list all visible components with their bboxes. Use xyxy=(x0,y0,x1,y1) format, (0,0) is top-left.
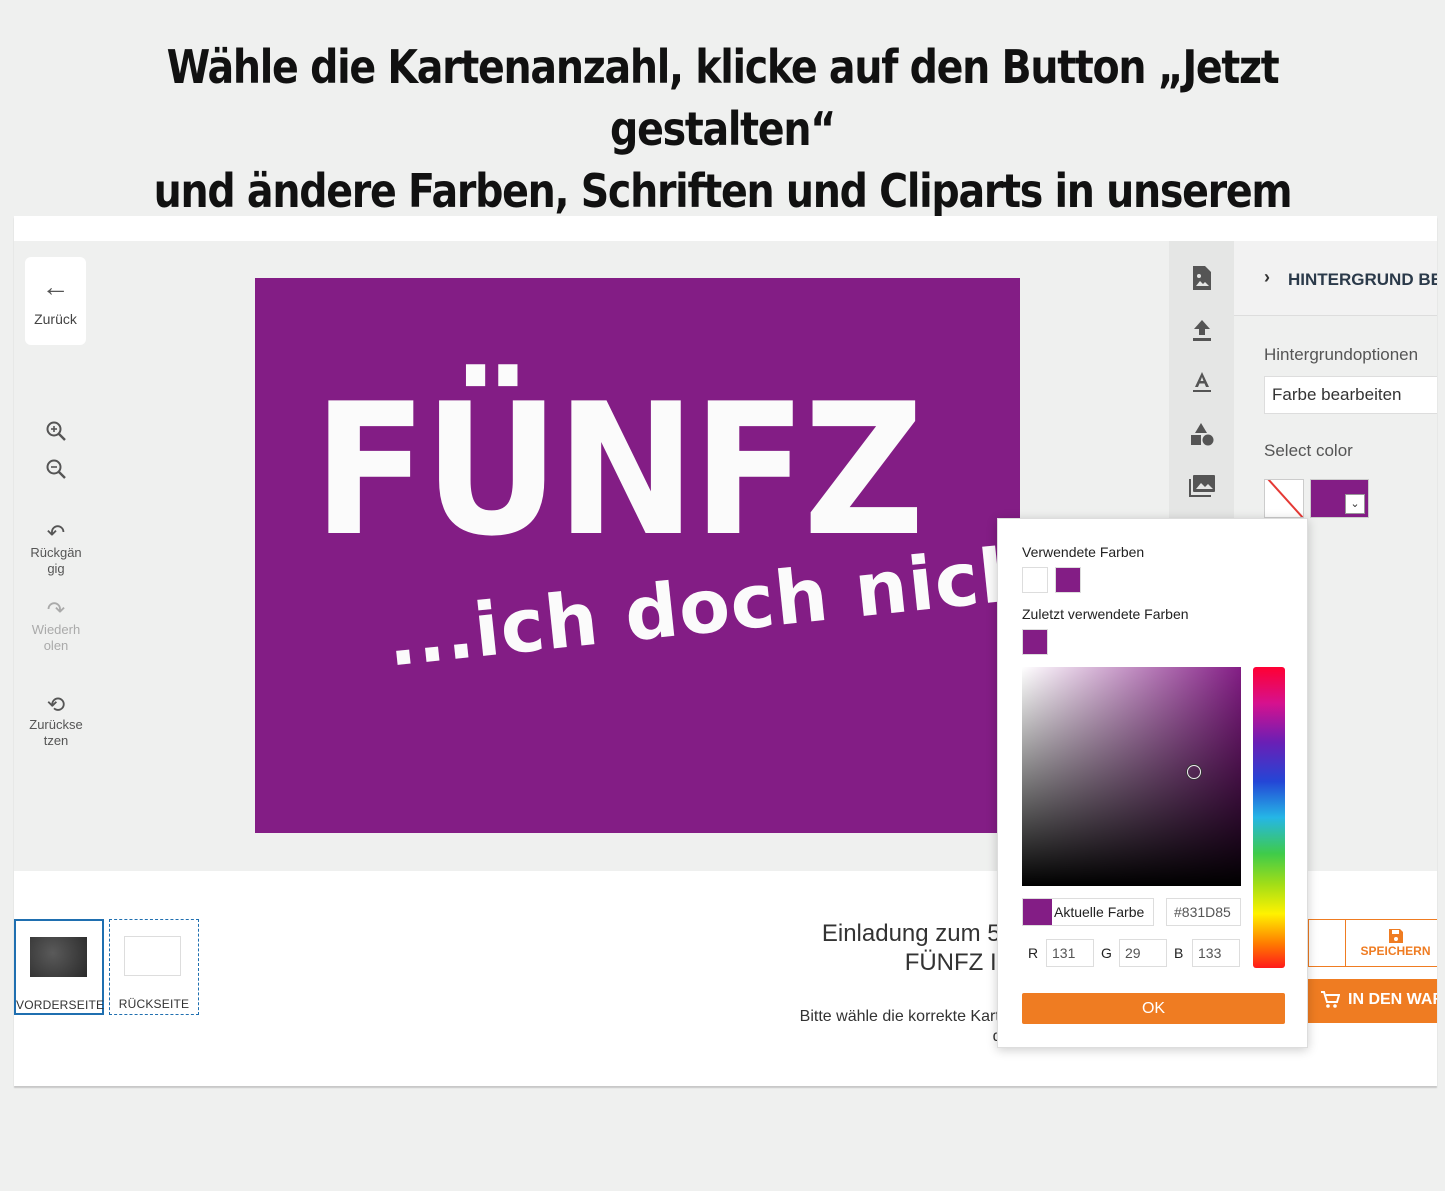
product-title-line-2: FÜNFZ IC xyxy=(904,949,1014,976)
product-title: Einladung zum 50 FÜNFZ IC xyxy=(714,919,1014,977)
r-label: R xyxy=(1028,945,1039,961)
hue-slider[interactable] xyxy=(1253,667,1285,968)
cliparts-tool[interactable] xyxy=(1185,469,1219,503)
current-color-swatch[interactable]: ⌄ xyxy=(1310,479,1369,518)
r-input[interactable]: 131 xyxy=(1046,939,1094,967)
saturation-value-area[interactable] xyxy=(1022,667,1241,886)
ok-button[interactable]: OK xyxy=(1022,993,1285,1024)
card-canvas[interactable]: FÜNFZ ...ich doch nicht! xyxy=(255,278,1020,833)
text-icon xyxy=(1193,372,1211,392)
chevron-right-icon: › xyxy=(1264,267,1270,287)
image-file-icon xyxy=(1193,266,1211,290)
undo-label: Rückgän gig xyxy=(30,545,82,576)
background-options-select[interactable]: Farbe bearbeiten xyxy=(1264,376,1437,414)
color-picker-popup: Verwendete Farben Zuletzt verwendete Far… xyxy=(997,518,1308,1048)
current-color-label: Aktuelle Farbe xyxy=(1054,904,1145,920)
recent-colors-label: Zuletzt verwendete Farben xyxy=(1022,606,1189,622)
product-hint-line-2: die xyxy=(714,1027,1014,1047)
zoom-out-icon xyxy=(46,459,66,479)
undo-icon: ↶ xyxy=(46,520,66,545)
product-hint-line-1: Bitte wähle die korrekte Karter xyxy=(799,1008,1014,1025)
back-page-label: RÜCKSEITE xyxy=(118,997,190,1011)
b-input[interactable]: 133 xyxy=(1192,939,1240,967)
photo-library-icon xyxy=(1189,475,1215,497)
recent-color-swatch-purple[interactable] xyxy=(1022,629,1048,655)
add-to-cart-button[interactable]: IN DEN WARE xyxy=(1308,979,1437,1023)
save-button[interactable]: SPEICHERN xyxy=(1345,919,1437,967)
back-label: Zurück xyxy=(34,311,77,327)
used-color-swatch-white[interactable] xyxy=(1022,567,1048,593)
action-button-partial[interactable] xyxy=(1308,919,1346,967)
current-color-field: Aktuelle Farbe xyxy=(1022,898,1154,926)
no-color-swatch[interactable] xyxy=(1264,479,1304,518)
front-page-label: VORDERSEITE xyxy=(16,998,105,1012)
reset-label: Zurückse tzen xyxy=(29,717,83,748)
b-label: B xyxy=(1174,945,1184,961)
arrow-left-icon: ← xyxy=(41,271,70,302)
used-color-swatch-purple[interactable] xyxy=(1055,567,1081,593)
shapes-tool[interactable] xyxy=(1185,417,1219,451)
background-image-tool[interactable] xyxy=(1185,261,1219,295)
reset-icon: ⟲ xyxy=(46,692,66,717)
reset-button[interactable]: ⟲ Zurückse tzen xyxy=(22,693,90,749)
g-label: G xyxy=(1101,945,1112,961)
back-page-thumbnail[interactable]: RÜCKSEITE xyxy=(109,919,199,1015)
card-title-text[interactable]: FÜNFZ xyxy=(313,370,925,570)
upload-tool[interactable] xyxy=(1185,313,1219,347)
select-color-label: Select color xyxy=(1264,441,1353,460)
redo-label: Wiederh olen xyxy=(31,622,81,653)
panel-title: HINTERGRUND BEA xyxy=(1288,270,1437,289)
redo-icon: ↷ xyxy=(46,597,66,622)
upload-icon xyxy=(1193,320,1211,341)
current-color-preview xyxy=(1023,899,1052,925)
zoom-in-button[interactable] xyxy=(22,419,90,443)
save-icon xyxy=(1388,929,1403,943)
undo-button[interactable]: ↶ Rückgän gig xyxy=(22,521,90,577)
text-tool[interactable] xyxy=(1185,365,1219,399)
saturation-cursor[interactable] xyxy=(1187,765,1201,779)
back-button[interactable]: ← Zurück xyxy=(25,257,86,345)
chevron-down-icon[interactable]: ⌄ xyxy=(1345,494,1365,514)
cart-icon xyxy=(1321,991,1340,1008)
panel-header[interactable]: › HINTERGRUND BEA xyxy=(1234,241,1437,316)
zoom-in-icon xyxy=(46,421,66,441)
front-page-thumbnail[interactable]: VORDERSEITE xyxy=(14,919,104,1015)
product-title-line-1: Einladung zum 50 xyxy=(821,920,1014,947)
cart-label: IN DEN WARE xyxy=(1348,991,1437,1008)
save-label: SPEICHERN xyxy=(1360,944,1431,958)
zoom-out-button[interactable] xyxy=(22,457,90,481)
used-colors-label: Verwendete Farben xyxy=(1022,544,1145,560)
front-thumbnail-image xyxy=(30,937,87,977)
shapes-icon xyxy=(1191,423,1214,446)
g-input[interactable]: 29 xyxy=(1119,939,1167,967)
hex-input[interactable]: #831D85 xyxy=(1166,898,1241,926)
headline-line-1: Wähle die Kartenanzahl, klicke auf den B… xyxy=(166,40,1280,156)
redo-button[interactable]: ↷ Wiederh olen xyxy=(22,598,90,654)
product-hint: Bitte wähle die korrekte Karter die xyxy=(714,1007,1014,1047)
back-thumbnail-image xyxy=(124,936,181,976)
background-options-label: Hintergrundoptionen xyxy=(1264,345,1419,364)
